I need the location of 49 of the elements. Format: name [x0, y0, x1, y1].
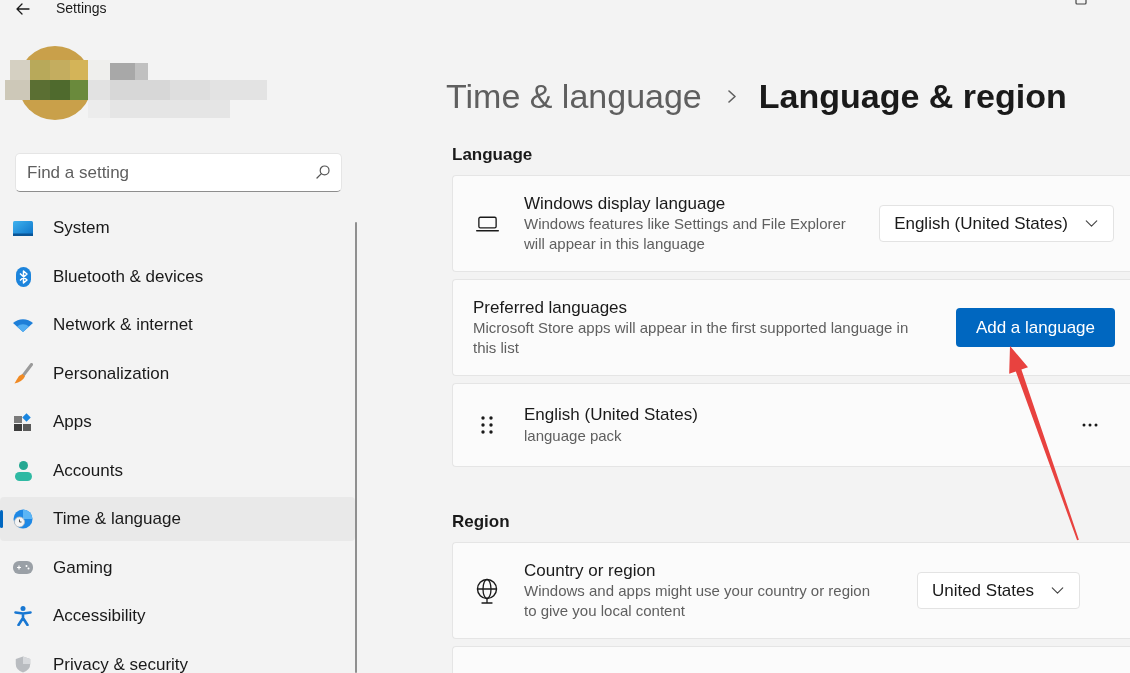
- bluetooth-icon: [15, 266, 31, 287]
- primary-button[interactable]: Add a language: [955, 308, 1115, 347]
- sidebar-item[interactable]: System: [0, 206, 355, 250]
- section-heading: Language: [452, 144, 534, 165]
- setting-title: Preferred languages: [473, 297, 629, 318]
- setting-description: Windows features like Settings and File Explorer will appear in this language: [524, 213, 847, 254]
- maximize-icon[interactable]: [1075, 0, 1087, 5]
- language-subtitle: language pack: [524, 425, 623, 446]
- dropdown[interactable]: United States: [916, 572, 1080, 609]
- paintbrush-icon: [13, 363, 33, 384]
- more-icon[interactable]: [1082, 423, 1098, 427]
- sidebar-item[interactable]: Personalization: [0, 351, 355, 396]
- scrollbar-thumb[interactable]: [355, 222, 357, 673]
- sidebar-item[interactable]: Network & internet: [0, 303, 355, 347]
- globe-clock-icon: [13, 509, 33, 529]
- chevron-down-icon: [1051, 587, 1064, 594]
- setting-title: Windows display language: [524, 193, 727, 214]
- sidebar-item[interactable]: Apps: [0, 400, 355, 444]
- section-heading: Region: [452, 511, 511, 532]
- chevron-down-icon: [1085, 220, 1098, 227]
- laptop-icon: [475, 215, 499, 232]
- language-name: English (United States): [524, 404, 698, 425]
- page-title: Language & region: [758, 76, 1067, 116]
- apps-icon: [14, 413, 32, 431]
- accessibility-icon: [14, 606, 32, 626]
- search-field[interactable]: Find a setting: [15, 153, 342, 192]
- breadcrumb-link[interactable]: Time & language: [446, 76, 702, 116]
- window-title: Settings: [56, 0, 107, 17]
- wifi-icon: [13, 318, 33, 332]
- drag-handle-icon[interactable]: [481, 416, 493, 434]
- setting-description: Windows and apps might use your country or region to give you local content: [524, 580, 871, 621]
- sidebar-item[interactable]: Bluetooth & devices: [0, 254, 355, 299]
- person-icon: [14, 460, 32, 481]
- sidebar-item[interactable]: Accounts: [0, 448, 355, 493]
- shield-icon: [15, 656, 31, 673]
- search-icon[interactable]: [316, 165, 330, 179]
- sidebar-item[interactable]: Time & language: [0, 497, 355, 541]
- globe-icon: [475, 577, 499, 604]
- back-arrow-icon[interactable]: [16, 2, 30, 15]
- sidebar-item[interactable]: Gaming: [0, 545, 355, 590]
- gamepad-icon: [13, 561, 33, 574]
- chevron-right-icon: [727, 89, 736, 103]
- sidebar-item[interactable]: Privacy & security: [0, 642, 355, 673]
- setting-title: Country or region: [524, 560, 657, 581]
- setting-description: Microsoft Store apps will appear in the first supported language in this list: [473, 317, 910, 358]
- selection-indicator: [0, 510, 3, 528]
- monitor-icon: [13, 220, 33, 236]
- dropdown[interactable]: English (United States): [879, 205, 1114, 242]
- sidebar-item[interactable]: Accessibility: [0, 594, 355, 638]
